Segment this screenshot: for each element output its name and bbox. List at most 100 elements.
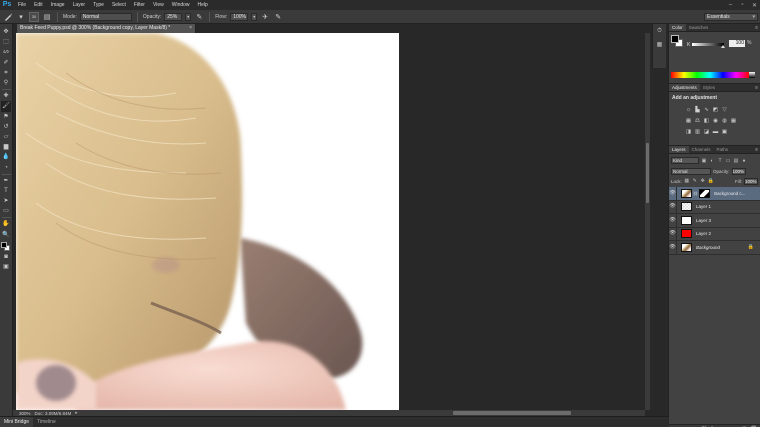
- layer-kind-select[interactable]: Kind: [671, 157, 699, 164]
- screen-mode-icon[interactable]: ▣: [1, 262, 11, 272]
- layer-row[interactable]: 👁 Layer 3: [669, 213, 760, 228]
- menu-select[interactable]: Select: [108, 0, 130, 10]
- brush-tool-preset-icon[interactable]: [3, 12, 13, 22]
- black-white-icon[interactable]: ◧: [703, 117, 710, 124]
- tab-timeline[interactable]: Timeline: [33, 417, 60, 427]
- visibility-eye-icon[interactable]: 👁: [669, 200, 677, 214]
- posterize-icon[interactable]: ▥: [694, 128, 701, 135]
- tab-channels[interactable]: Channels: [689, 146, 714, 153]
- close-button[interactable]: ✕: [751, 2, 758, 9]
- brush-size-picker[interactable]: 30: [29, 11, 39, 22]
- eyedropper-tool-icon[interactable]: ⚲: [1, 78, 11, 88]
- minimize-button[interactable]: –: [727, 2, 734, 8]
- filter-shape-icon[interactable]: ▭: [725, 158, 731, 164]
- curves-icon[interactable]: ∿: [703, 106, 710, 113]
- layer-mask-thumbnail[interactable]: [699, 188, 711, 198]
- zoom-tool-icon[interactable]: 🔍: [1, 230, 11, 240]
- airbrush-icon[interactable]: ✈: [260, 12, 270, 22]
- history-panel-icon[interactable]: ⏱: [657, 28, 662, 35]
- flow-input[interactable]: 100%: [230, 12, 249, 21]
- visibility-eye-icon[interactable]: 👁: [669, 186, 677, 200]
- lock-transparent-icon[interactable]: ▦: [684, 178, 690, 184]
- maximize-button[interactable]: ▫: [739, 2, 746, 8]
- color-spectrum-bar[interactable]: [671, 72, 749, 78]
- tab-mini-bridge[interactable]: Mini Bridge: [0, 416, 34, 427]
- flow-dropdown[interactable]: ▾: [251, 12, 258, 21]
- menu-image[interactable]: Image: [47, 0, 69, 10]
- hand-tool-icon[interactable]: ✋: [1, 219, 11, 229]
- photoshop-logo[interactable]: Ps: [0, 0, 14, 10]
- selective-color-icon[interactable]: ▣: [721, 128, 728, 135]
- k-slider-track[interactable]: [692, 43, 724, 46]
- levels-icon[interactable]: ▙: [694, 106, 701, 113]
- pressure-size-icon[interactable]: ✎: [273, 12, 283, 22]
- healing-brush-tool-icon[interactable]: ✚: [1, 91, 11, 101]
- lasso-tool-icon[interactable]: ᔕ: [1, 47, 11, 57]
- opacity-input[interactable]: 25%: [164, 12, 183, 21]
- horizontal-scroll-thumb[interactable]: [453, 411, 571, 415]
- channel-mixer-icon[interactable]: ◍: [721, 117, 728, 124]
- filter-adjustment-icon[interactable]: ◐: [709, 158, 715, 164]
- dodge-tool-icon[interactable]: ◔: [1, 162, 11, 172]
- close-document-icon[interactable]: ×: [189, 24, 192, 33]
- tab-swatches[interactable]: Swatches: [686, 24, 712, 31]
- layer-thumbnail[interactable]: [681, 215, 692, 225]
- visibility-eye-icon[interactable]: 👁: [669, 213, 677, 227]
- tab-paths[interactable]: Paths: [714, 146, 732, 153]
- mask-link-icon[interactable]: ⛓: [693, 191, 698, 196]
- hue-saturation-icon[interactable]: ▦: [685, 117, 692, 124]
- lock-all-icon[interactable]: 🔒: [708, 178, 714, 184]
- menu-type[interactable]: Type: [89, 0, 108, 10]
- document-tab[interactable]: Break Feed Puppy.psd @ 300% (Background …: [17, 24, 196, 33]
- mode-select[interactable]: Normal: [79, 12, 132, 21]
- visibility-eye-icon[interactable]: 👁: [669, 227, 677, 241]
- pressure-opacity-icon[interactable]: ✎: [194, 12, 204, 22]
- move-tool-icon[interactable]: ✥: [1, 27, 11, 37]
- layer-row[interactable]: 👁 Layer 1: [669, 200, 760, 214]
- vibrance-icon[interactable]: ▽: [721, 106, 728, 113]
- quick-mask-icon[interactable]: ◙: [1, 252, 11, 262]
- brightness-contrast-icon[interactable]: ☼: [685, 106, 692, 113]
- exposure-icon[interactable]: ◩: [712, 106, 719, 113]
- menu-file[interactable]: File: [14, 0, 30, 10]
- menu-edit[interactable]: Edit: [30, 0, 47, 10]
- filter-smart-object-icon[interactable]: ▤: [733, 158, 739, 164]
- eraser-tool-icon[interactable]: ▱: [1, 132, 11, 142]
- panel-menu-icon[interactable]: ≡: [755, 146, 758, 154]
- color-swatches[interactable]: [1, 241, 11, 252]
- grayscale-ramp[interactable]: [749, 72, 755, 78]
- invert-icon[interactable]: ◨: [685, 128, 692, 135]
- brush-tool-icon[interactable]: 🖌: [1, 101, 11, 112]
- photo-filter-icon[interactable]: ◉: [712, 117, 719, 124]
- tab-adjustments[interactable]: Adjustments: [669, 84, 700, 91]
- menu-filter[interactable]: Filter: [130, 0, 149, 10]
- panel-menu-icon[interactable]: ≡: [755, 24, 758, 32]
- layer-row[interactable]: 👁 Background 🔒: [669, 240, 760, 255]
- image-canvas[interactable]: [16, 33, 399, 410]
- layer-thumbnail[interactable]: [681, 202, 692, 212]
- layer-row[interactable]: 👁 Layer 2: [669, 227, 760, 241]
- brush-panel-toggle-icon[interactable]: ▤: [42, 12, 52, 22]
- menu-layer[interactable]: Layer: [69, 0, 90, 10]
- quick-select-tool-icon[interactable]: ✐: [1, 58, 11, 68]
- filter-toggle-icon[interactable]: ●: [741, 158, 747, 164]
- menu-help[interactable]: Help: [194, 0, 212, 10]
- path-selection-tool-icon[interactable]: ➤: [1, 196, 11, 206]
- lock-position-icon[interactable]: ✥: [700, 178, 706, 184]
- blur-tool-icon[interactable]: 💧: [1, 152, 11, 162]
- tab-layers[interactable]: Layers: [669, 146, 689, 153]
- layer-thumbnail[interactable]: [681, 229, 692, 239]
- type-tool-icon[interactable]: T: [1, 186, 11, 196]
- marquee-tool-icon[interactable]: ⬚: [1, 37, 11, 47]
- k-slider-thumb[interactable]: [721, 45, 725, 48]
- layer-thumbnail[interactable]: [681, 188, 692, 198]
- vertical-scrollbar[interactable]: [645, 33, 650, 410]
- threshold-icon[interactable]: ◪: [703, 128, 710, 135]
- menu-view[interactable]: View: [149, 0, 168, 10]
- history-brush-tool-icon[interactable]: ↺: [1, 122, 11, 132]
- foreground-color-swatch[interactable]: [1, 241, 7, 248]
- vertical-scroll-thumb[interactable]: [646, 143, 649, 203]
- k-value-input[interactable]: 100: [729, 40, 745, 47]
- workspace-select[interactable]: Essentials: [704, 13, 758, 21]
- gradient-tool-icon[interactable]: ▆: [1, 142, 11, 152]
